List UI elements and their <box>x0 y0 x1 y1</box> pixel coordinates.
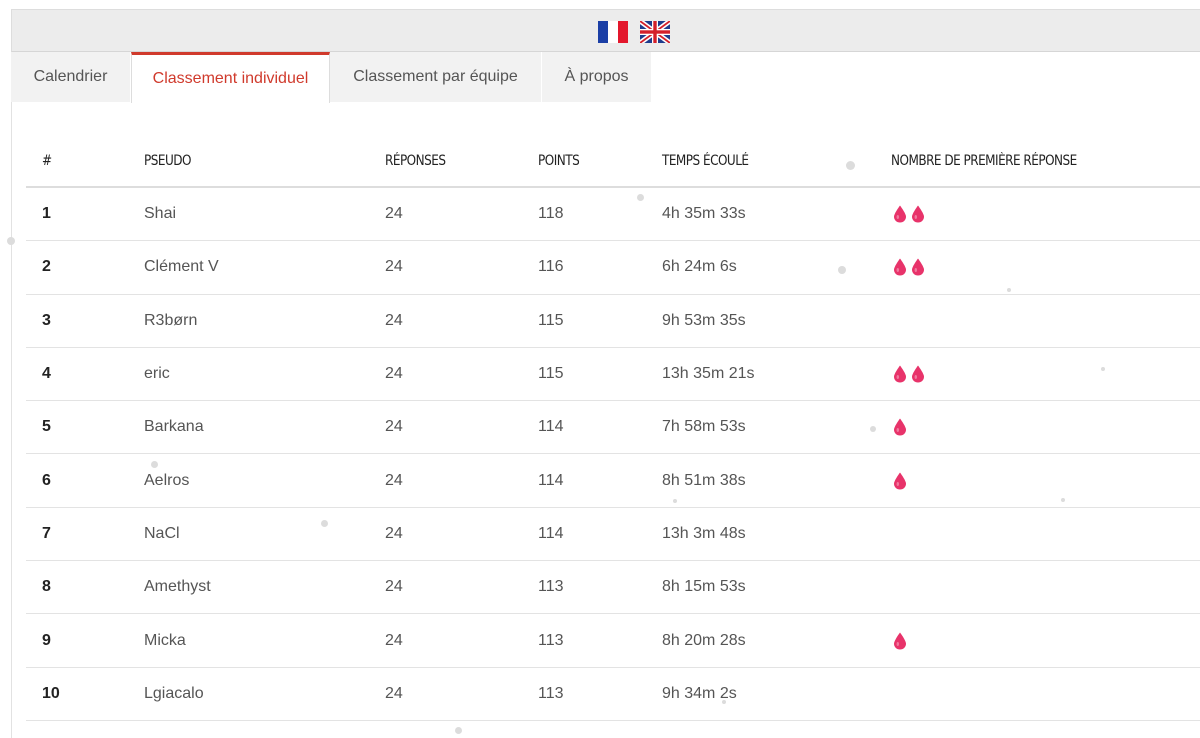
time-cell: 13h 3m 48s <box>662 524 746 542</box>
uk-flag-icon[interactable] <box>640 21 670 43</box>
blood-drop-icon <box>912 205 924 223</box>
points-cell: 114 <box>538 471 564 489</box>
time-cell: 9h 53m 35s <box>662 311 746 329</box>
pseudo-cell: Aelros <box>144 471 190 489</box>
time-cell: 8h 15m 53s <box>662 578 746 596</box>
points-cell: 115 <box>538 311 564 329</box>
points-cell: 118 <box>538 205 564 223</box>
time-cell: 6h 24m 6s <box>662 258 737 276</box>
tab-classement-individuel[interactable]: Classement individuel <box>131 52 330 103</box>
table-body: 1 Shai 24 118 4h 35m 33s 2 Clément V 24 116 6h 24… <box>26 188 1200 721</box>
rank-cell: 2 <box>42 258 51 276</box>
table-row: 3 R3børn 24 115 9h 53m 35s <box>26 295 1200 348</box>
pseudo-cell: Shai <box>144 205 177 223</box>
table-row: 5 Barkana 24 114 7h 58m 53s <box>26 401 1200 455</box>
language-bar <box>11 9 1200 52</box>
rank-cell: 10 <box>42 684 60 702</box>
content-left-border <box>11 53 12 738</box>
time-cell: 4h 35m 33s <box>662 205 746 223</box>
points-cell: 113 <box>538 684 564 702</box>
table-row: 4 eric 24 115 13h 35m 21s <box>26 348 1200 402</box>
time-cell: 7h 58m 53s <box>662 418 746 436</box>
pseudo-cell: Micka <box>144 631 186 649</box>
header-first-answers: NOMBRE DE PREMIÈRE RÉPONSE <box>891 153 1077 169</box>
points-cell: 115 <box>538 365 564 383</box>
points-cell: 114 <box>538 524 564 542</box>
ranking-table: # PSEUDO RÉPONSES POINTS TEMPS ÉCOULÉ NO… <box>26 135 1200 721</box>
answers-cell: 24 <box>385 578 403 596</box>
blood-drop-icon <box>912 258 924 276</box>
first-answers-cell <box>894 632 906 650</box>
header-answers: RÉPONSES <box>385 153 446 169</box>
tab-a-propos[interactable]: À propos <box>542 52 651 102</box>
tab-calendrier[interactable]: Calendrier <box>11 52 131 102</box>
answers-cell: 24 <box>385 365 403 383</box>
background-dot <box>7 237 15 245</box>
blood-drop-icon <box>894 365 906 383</box>
rank-cell: 8 <box>42 578 51 596</box>
blood-drop-icon <box>894 418 906 436</box>
answers-cell: 24 <box>385 418 403 436</box>
table-row: 8 Amethyst 24 113 8h 15m 53s <box>26 561 1200 615</box>
header-time: TEMPS ÉCOULÉ <box>662 153 749 169</box>
table-row: 2 Clément V 24 116 6h 24m 6s <box>26 241 1200 295</box>
rank-cell: 5 <box>42 418 51 436</box>
answers-cell: 24 <box>385 205 403 223</box>
points-cell: 113 <box>538 578 564 596</box>
time-cell: 8h 51m 38s <box>662 471 746 489</box>
france-flag-icon[interactable] <box>598 21 628 43</box>
first-answers-cell <box>894 365 924 383</box>
rank-cell: 4 <box>42 365 51 383</box>
pseudo-cell: Clément V <box>144 258 219 276</box>
rank-cell: 3 <box>42 311 51 329</box>
tab-classement-par-equipe[interactable]: Classement par équipe <box>330 52 542 102</box>
pseudo-cell: Lgiacalo <box>144 684 204 702</box>
pseudo-cell: NaCl <box>144 524 180 542</box>
rank-cell: 9 <box>42 631 51 649</box>
answers-cell: 24 <box>385 631 403 649</box>
points-cell: 113 <box>538 631 564 649</box>
header-rank: # <box>42 153 52 169</box>
table-row: 10 Lgiacalo 24 113 9h 34m 2s <box>26 668 1200 721</box>
rank-cell: 1 <box>42 205 51 223</box>
pseudo-cell: R3børn <box>144 311 198 329</box>
background-dot <box>455 727 462 734</box>
time-cell: 9h 34m 2s <box>662 684 737 702</box>
first-answers-cell <box>894 472 906 490</box>
pseudo-cell: Barkana <box>144 418 204 436</box>
answers-cell: 24 <box>385 258 403 276</box>
pseudo-cell: Amethyst <box>144 578 211 596</box>
first-answers-cell <box>894 418 906 436</box>
rank-cell: 6 <box>42 471 51 489</box>
first-answers-cell <box>894 258 924 276</box>
table-header: # PSEUDO RÉPONSES POINTS TEMPS ÉCOULÉ NO… <box>26 135 1200 188</box>
first-answers-cell <box>894 205 924 223</box>
rank-cell: 7 <box>42 524 51 542</box>
blood-drop-icon <box>894 472 906 490</box>
blood-drop-icon <box>894 632 906 650</box>
time-cell: 8h 20m 28s <box>662 631 746 649</box>
answers-cell: 24 <box>385 524 403 542</box>
table-row: 9 Micka 24 113 8h 20m 28s <box>26 614 1200 668</box>
blood-drop-icon <box>912 365 924 383</box>
page: Calendrier Classement individuel Classem… <box>0 0 1200 738</box>
answers-cell: 24 <box>385 471 403 489</box>
answers-cell: 24 <box>385 684 403 702</box>
pseudo-cell: eric <box>144 365 170 383</box>
points-cell: 116 <box>538 258 564 276</box>
points-cell: 114 <box>538 418 564 436</box>
blood-drop-icon <box>894 205 906 223</box>
tab-bar: Calendrier Classement individuel Classem… <box>11 52 1200 103</box>
answers-cell: 24 <box>385 311 403 329</box>
header-points: POINTS <box>538 153 580 169</box>
header-pseudo: PSEUDO <box>144 153 191 169</box>
table-row: 1 Shai 24 118 4h 35m 33s <box>26 188 1200 242</box>
table-row: 6 Aelros 24 114 8h 51m 38s <box>26 454 1200 508</box>
blood-drop-icon <box>894 258 906 276</box>
time-cell: 13h 35m 21s <box>662 365 755 383</box>
table-row: 7 NaCl 24 114 13h 3m 48s <box>26 508 1200 562</box>
